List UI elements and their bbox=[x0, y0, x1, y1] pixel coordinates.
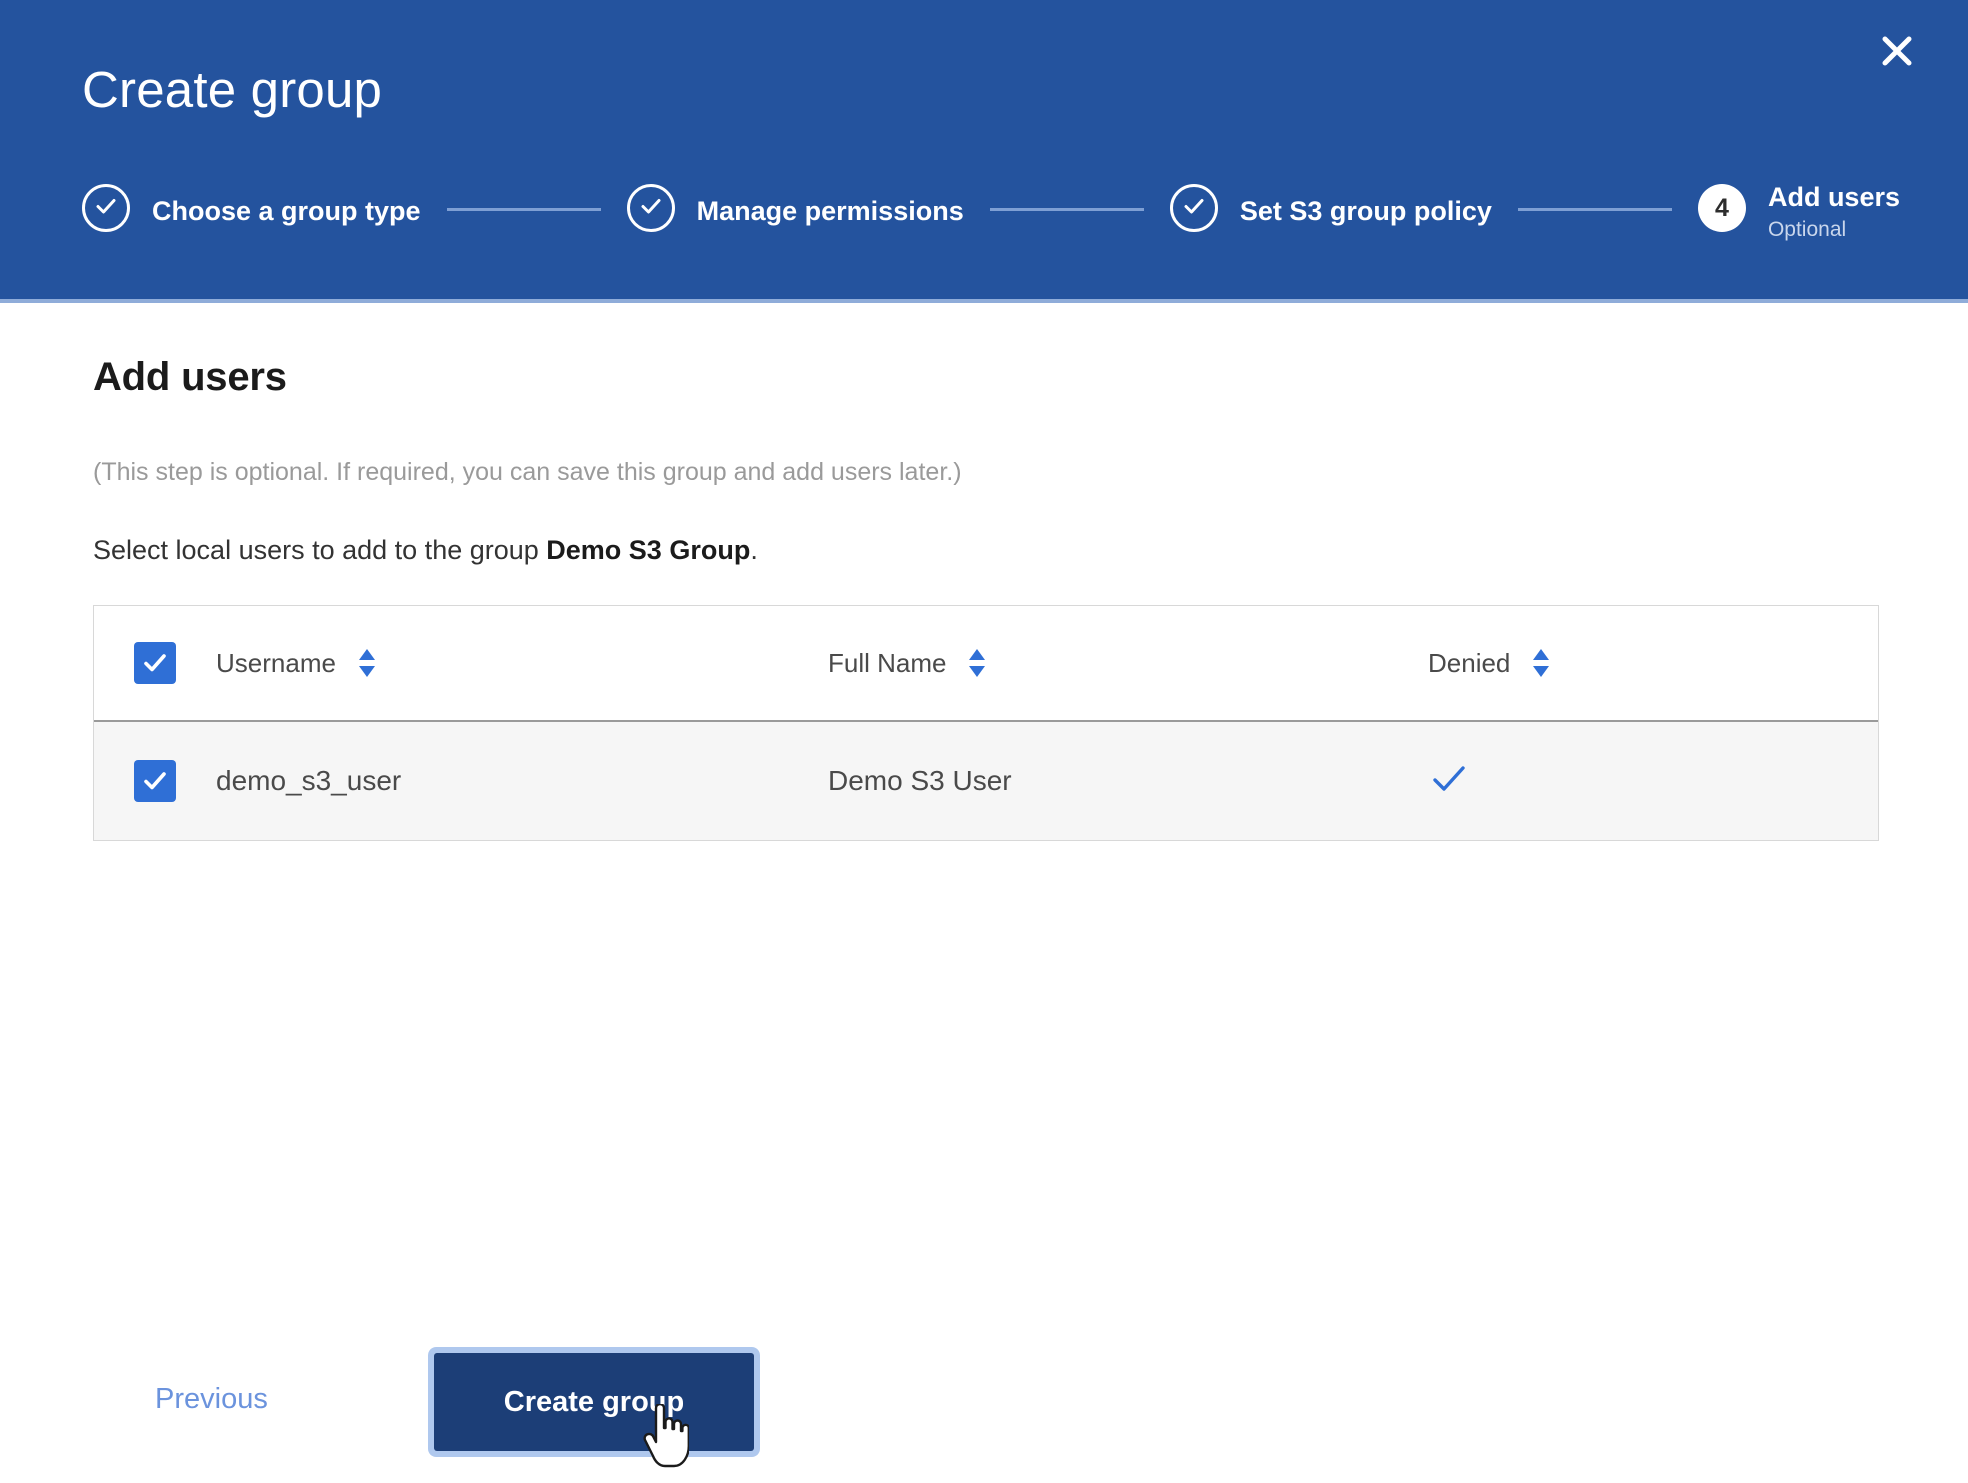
cell-username: demo_s3_user bbox=[216, 765, 402, 796]
step-connector bbox=[446, 208, 601, 211]
step-marker-complete bbox=[626, 184, 675, 232]
step-label: Manage permissions bbox=[696, 196, 964, 227]
step-manage-permissions[interactable]: Manage permissions bbox=[626, 182, 964, 234]
close-icon bbox=[1877, 31, 1917, 71]
check-icon bbox=[93, 193, 119, 224]
check-icon bbox=[638, 193, 664, 224]
select-all-cell bbox=[94, 642, 216, 684]
page-title: Create group bbox=[82, 61, 383, 118]
step-add-users[interactable]: 4 Add users Optional bbox=[1697, 182, 1900, 242]
create-group-button[interactable]: Create group bbox=[434, 1353, 754, 1451]
column-header-username[interactable]: Username bbox=[216, 646, 828, 680]
step-marker-complete bbox=[82, 184, 130, 232]
select-all-checkbox[interactable] bbox=[134, 642, 176, 684]
close-button[interactable] bbox=[1868, 22, 1926, 80]
sort-icon[interactable] bbox=[356, 646, 378, 680]
step-label: Add users bbox=[1767, 182, 1900, 212]
sort-icon[interactable] bbox=[966, 646, 988, 680]
previous-button[interactable]: Previous bbox=[155, 1383, 268, 1416]
column-header-label: Denied bbox=[1428, 647, 1511, 678]
step-connector bbox=[1517, 208, 1672, 211]
column-header-denied[interactable]: Denied bbox=[1428, 646, 1878, 680]
step-marker-complete bbox=[1169, 184, 1218, 232]
sort-icon[interactable] bbox=[1530, 646, 1552, 680]
wizard-header: Create group Choose a group type Manage … bbox=[0, 0, 1968, 303]
column-header-label: Username bbox=[216, 647, 336, 678]
check-icon bbox=[1428, 758, 1470, 805]
wizard-footer: Previous Create group bbox=[0, 1353, 1968, 1483]
step-marker-number: 4 bbox=[1697, 184, 1746, 232]
select-instruction-suffix: . bbox=[750, 535, 758, 565]
users-table: Username Full Name Denied demo_s3_user D… bbox=[93, 605, 1879, 841]
step-connector bbox=[989, 208, 1144, 211]
wizard-stepper: Choose a group type Manage permissions S… bbox=[82, 182, 1900, 272]
step-set-s3-group-policy[interactable]: Set S3 group policy bbox=[1169, 182, 1492, 234]
table-header-row: Username Full Name Denied bbox=[94, 606, 1878, 722]
step-label: Choose a group type bbox=[152, 196, 421, 227]
select-instruction-prefix: Select local users to add to the group bbox=[93, 535, 547, 565]
cell-full-name: Demo S3 User bbox=[828, 765, 1012, 796]
cell-denied bbox=[1428, 758, 1878, 805]
step-label: Set S3 group policy bbox=[1239, 196, 1492, 227]
row-checkbox[interactable] bbox=[134, 760, 176, 802]
check-icon bbox=[1181, 193, 1207, 224]
column-header-label: Full Name bbox=[828, 647, 947, 678]
select-users-instruction: Select local users to add to the group D… bbox=[93, 535, 758, 566]
group-name: Demo S3 Group bbox=[546, 535, 751, 565]
section-title: Add users bbox=[93, 355, 287, 399]
table-row[interactable]: demo_s3_user Demo S3 User bbox=[94, 722, 1878, 840]
main-content: Add users (This step is optional. If req… bbox=[0, 303, 1968, 1482]
optional-note: (This step is optional. If required, you… bbox=[93, 458, 962, 486]
step-choose-a-group-type[interactable]: Choose a group type bbox=[82, 182, 421, 234]
step-sublabel: Optional bbox=[1767, 218, 1847, 242]
column-header-full-name[interactable]: Full Name bbox=[828, 646, 1428, 680]
row-select-cell bbox=[94, 760, 216, 802]
